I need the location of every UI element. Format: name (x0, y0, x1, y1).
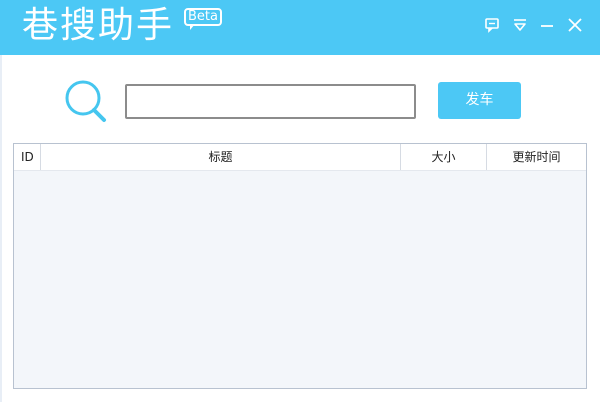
search-icon (64, 78, 110, 124)
column-header-title[interactable]: 标题 (41, 144, 401, 170)
minimize-icon[interactable] (538, 16, 556, 34)
beta-badge: Beta (184, 8, 222, 30)
feedback-icon[interactable] (483, 16, 501, 34)
search-input[interactable] (125, 84, 416, 119)
column-header-updated[interactable]: 更新时间 (487, 144, 586, 170)
results-table[interactable]: ID 标题 大小 更新时间 (13, 143, 587, 389)
column-header-id[interactable]: ID (14, 144, 41, 170)
window-left-edge (0, 55, 2, 402)
app-title: 巷搜助手 (22, 5, 175, 46)
table-header: ID 标题 大小 更新时间 (14, 144, 586, 171)
badge-tail (190, 24, 195, 30)
title-bar: 巷搜助手 Beta (0, 0, 600, 55)
column-header-size[interactable]: 大小 (401, 144, 487, 170)
beta-badge-label: Beta (188, 9, 218, 24)
search-button[interactable]: 发车 (438, 82, 521, 119)
close-icon[interactable] (566, 16, 584, 34)
menu-dropdown-icon[interactable] (511, 16, 529, 34)
